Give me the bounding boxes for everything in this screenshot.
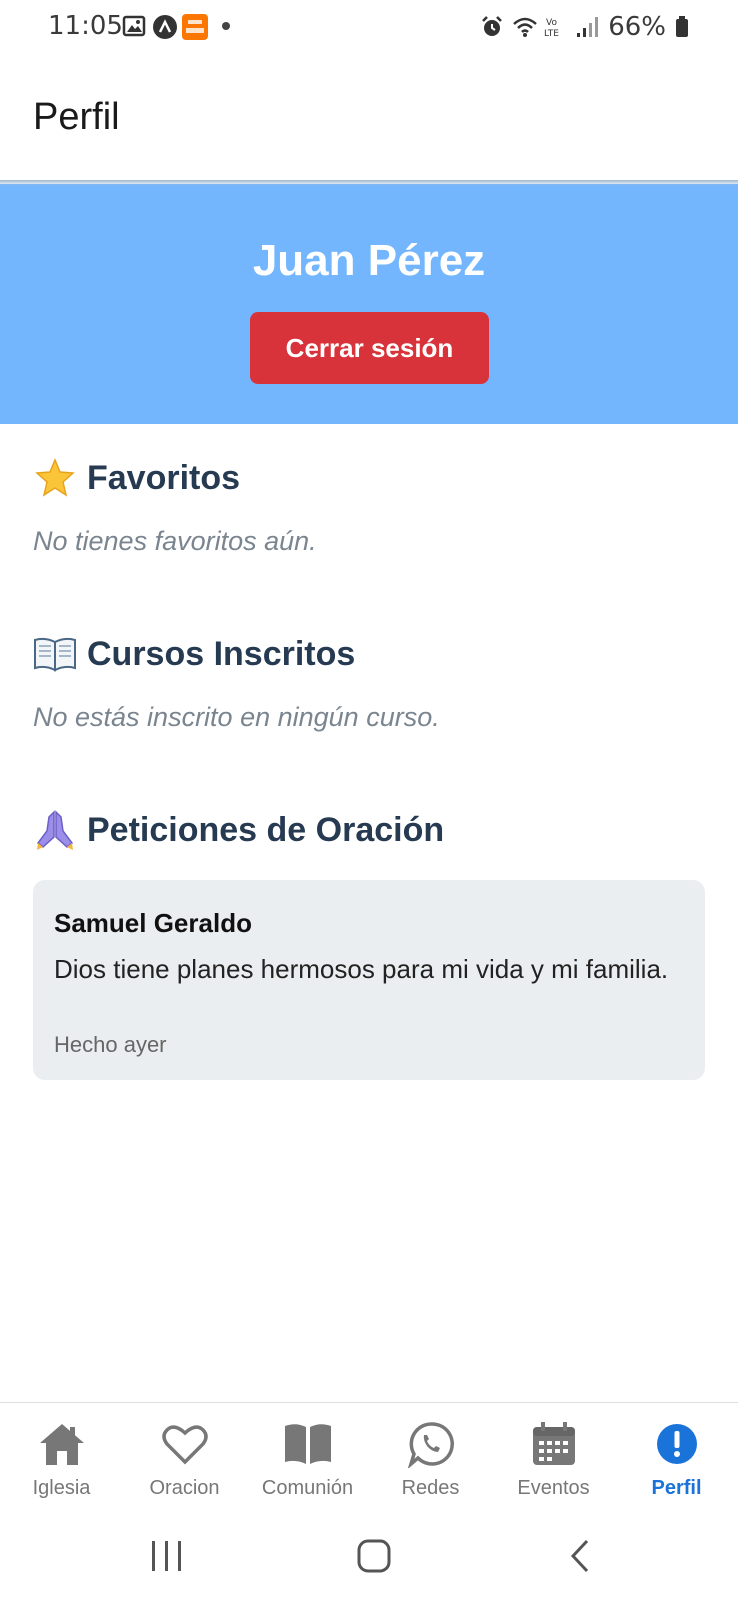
logout-button[interactable]: Cerrar sesión [250,312,489,384]
arc-icon [152,14,177,39]
app-header: Perfil [0,56,738,184]
star-icon [33,456,77,500]
nav-item-oracion[interactable]: Oracion [123,1403,246,1521]
calendar-icon [529,1419,579,1469]
back-button[interactable] [568,1538,592,1579]
nav-label-perfil: Perfil [651,1477,702,1499]
page-title: Perfil [33,96,120,138]
nav-label-comunion: Comunión [261,1477,354,1499]
prayers-title: Peticiones de Oración [87,810,445,849]
praying-hands-icon [33,808,77,852]
status-system-icons: Vo LTE 66% [480,12,690,42]
battery-icon [674,15,690,39]
alarm-icon [480,15,504,39]
book-open-icon [283,1419,333,1469]
prayers-section: Peticiones de Oración [33,808,705,852]
nav-item-perfil[interactable]: Perfil [615,1403,738,1521]
courses-title: Cursos Inscritos [87,634,356,673]
temu-icon [182,14,208,40]
nav-item-comunion[interactable]: Comunión [246,1403,369,1521]
courses-empty-text: No estás inscrito en ningún curso. [33,702,440,732]
signal-icon [576,15,600,39]
status-bar: 11:05 Vo LTE 66% [0,0,738,56]
favorites-section: Favoritos No tienes favoritos aún. [33,456,705,557]
status-time: 11:05 [48,11,123,41]
nav-label-iglesia: Iglesia [32,1477,91,1499]
whatsapp-icon [406,1419,456,1469]
svg-text:LTE: LTE [544,29,559,39]
prayer-text: Dios tiene planes hermosos para mi vida … [54,954,669,984]
prayer-card[interactable]: Samuel Geraldo Dios tiene planes hermoso… [33,880,705,1080]
nav-label-eventos: Eventos [517,1477,590,1499]
nav-item-iglesia[interactable]: Iglesia [0,1403,123,1521]
status-dot [222,22,230,30]
home-button[interactable] [356,1538,392,1579]
nav-item-redes[interactable]: Redes [369,1403,492,1521]
user-name: Juan Pérez [252,236,486,285]
gallery-icon [122,14,146,38]
alert-circle-icon [652,1419,702,1469]
favorites-title: Favoritos [87,458,241,497]
system-nav-bar [0,1520,738,1600]
volte-icon: Vo LTE [544,15,568,39]
nav-item-eventos[interactable]: Eventos [492,1403,615,1521]
header-divider [0,180,738,186]
status-notification-icons [122,14,230,40]
profile-banner: Juan Pérez Cerrar sesión [0,184,738,424]
recent-apps-button[interactable] [150,1538,184,1579]
battery-percentage: 66% [608,12,666,42]
favorites-empty-text: No tienes favoritos aún. [33,526,317,556]
courses-section: Cursos Inscritos No estás inscrito en ni… [33,632,705,733]
svg-text:Vo: Vo [546,18,557,28]
nav-label-oracion: Oracion [149,1477,220,1499]
home-icon [37,1419,87,1469]
heart-icon [160,1419,210,1469]
prayer-author: Samuel Geraldo [54,908,252,938]
nav-label-redes: Redes [401,1477,460,1499]
book-icon [33,632,77,676]
bottom-nav: Iglesia Oracion Comunión Redes Eventos P… [0,1402,738,1521]
prayer-time: Hecho ayer [54,1032,167,1057]
wifi-icon [512,15,538,39]
